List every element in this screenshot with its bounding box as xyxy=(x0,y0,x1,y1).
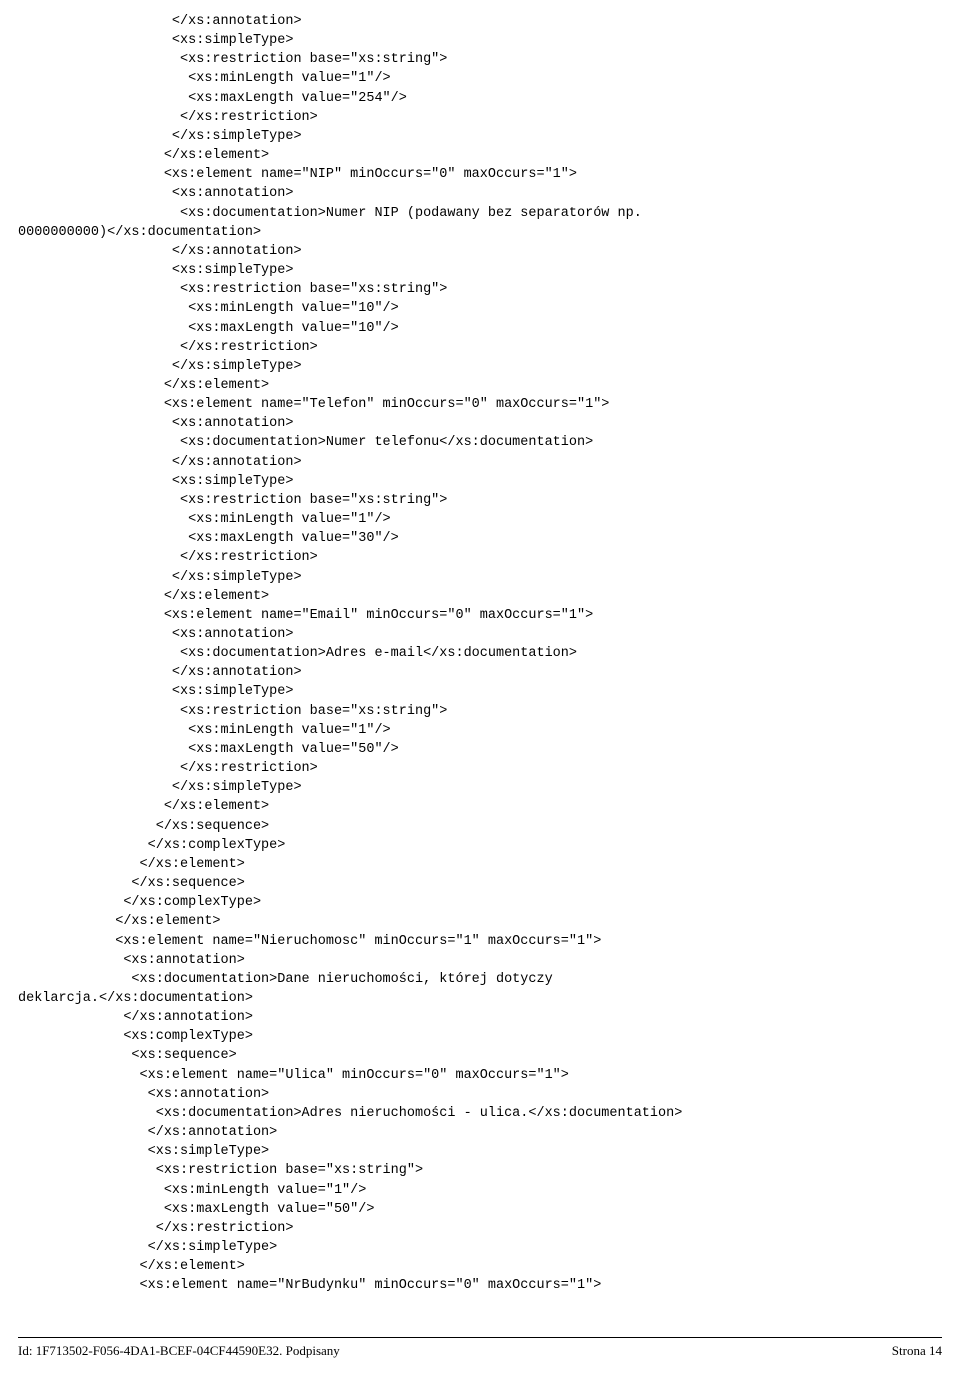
page-footer: Id: 1F713502-F056-4DA1-BCEF-04CF44590E32… xyxy=(0,1337,960,1360)
xml-code-block: </xs:annotation> <xs:simpleType> <xs:res… xyxy=(18,12,942,1295)
footer-id: Id: 1F713502-F056-4DA1-BCEF-04CF44590E32… xyxy=(18,1342,340,1360)
page-body: </xs:annotation> <xs:simpleType> <xs:res… xyxy=(0,0,960,1295)
footer-row: Id: 1F713502-F056-4DA1-BCEF-04CF44590E32… xyxy=(18,1342,942,1360)
footer-divider xyxy=(18,1337,942,1338)
footer-page-number: Strona 14 xyxy=(892,1342,942,1360)
